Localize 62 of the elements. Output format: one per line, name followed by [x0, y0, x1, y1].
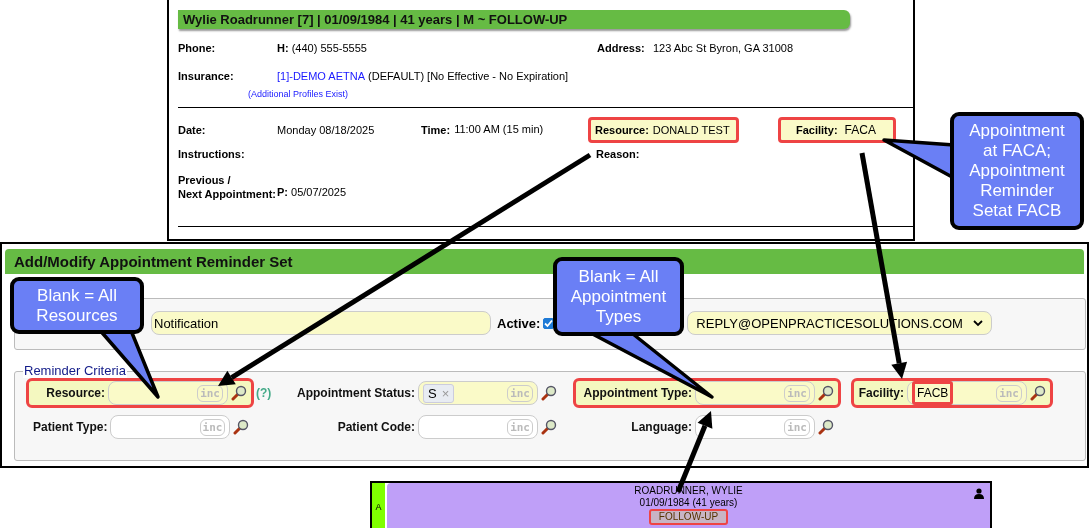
input-field[interactable]: S × inc	[418, 381, 538, 405]
search-icon[interactable]	[541, 385, 557, 401]
input-field[interactable]: inc	[695, 381, 815, 405]
help-link[interactable]: (?)	[256, 386, 272, 400]
status-strip: A	[372, 483, 385, 528]
phone-value: H: (440) 555-5555	[277, 42, 368, 54]
include-toggle[interactable]: inc	[784, 418, 810, 436]
field-label: Resource:	[45, 386, 105, 400]
input-field[interactable]: inc	[418, 415, 538, 439]
birth-date: 01/09/1984 (41 years)	[639, 497, 738, 509]
reason-label: Reason:	[595, 147, 641, 161]
include-toggle[interactable]: inc	[199, 418, 226, 436]
search-icon[interactable]	[541, 419, 557, 435]
tag-chip: S ×	[423, 383, 455, 403]
patient-header: Wylie Roadrunner [7] | 01/09/1984 | 41 years | M ~ FOLLOW-UP	[178, 10, 850, 29]
include-toggle[interactable]: inc	[996, 384, 1022, 402]
insurance-detail: (DEFAULT) [No Effective - No Expiration]	[368, 70, 569, 82]
input-field[interactable]: inc	[108, 381, 228, 405]
address-label: Address:	[597, 41, 646, 55]
field-label: Appointment Status:	[296, 386, 415, 400]
criteria-legend: Reminder Criteria	[23, 363, 127, 378]
include-toggle[interactable]: inc	[507, 384, 533, 402]
field-label: Appointment Type:	[582, 386, 692, 400]
date-label: Date:	[178, 123, 207, 137]
phone-label: Phone:	[178, 41, 217, 55]
facility-label: Facility:	[796, 123, 838, 137]
previous-appointment-value: P: 05/07/2025	[277, 186, 348, 198]
additional-profiles-link[interactable]: (Additional Profiles Exist)	[248, 89, 349, 99]
appointment-type: FOLLOW-UP	[648, 509, 729, 525]
search-icon[interactable]	[818, 419, 834, 435]
remove-tag-button[interactable]: ×	[441, 385, 450, 401]
time-value: 11:00 AM (15 min)	[454, 123, 544, 137]
field-label: Patient Type:	[33, 420, 108, 434]
resource-label: Resource:	[595, 123, 649, 137]
input-field[interactable]: inc	[110, 415, 231, 439]
previous-next-label: Previous / Next Appointment:	[178, 173, 277, 201]
date-value: Monday 08/18/2025	[277, 124, 376, 136]
search-icon[interactable]	[818, 385, 834, 401]
facility-value: FACA	[844, 123, 876, 137]
input-field[interactable]: inc	[695, 415, 815, 439]
person-icon	[974, 488, 984, 499]
insurance-label: Insurance:	[178, 69, 235, 83]
field-label: Language:	[630, 420, 692, 434]
active-label: Active:	[497, 315, 541, 331]
highlighted-value: FACB	[912, 381, 954, 405]
include-toggle[interactable]: inc	[784, 384, 810, 402]
insurance-link[interactable]: [1]-DEMO AETNA	[277, 70, 366, 82]
address-value: 123 Abc St Byron, GA 31008	[653, 42, 795, 54]
chevron-down-icon	[973, 319, 984, 327]
field-label: Facility:	[858, 386, 904, 400]
resource-value: DONALD TEST	[652, 124, 730, 136]
callout: Appointment at FACA; Appointment Reminder Setat FACB	[950, 112, 1084, 230]
input-field[interactable]: FACB inc	[907, 381, 1027, 405]
instructions-label: Instructions:	[178, 147, 246, 161]
search-icon[interactable]	[233, 419, 250, 435]
field-label: Patient Code:	[336, 420, 415, 434]
search-icon[interactable]	[1030, 385, 1046, 401]
search-icon[interactable]	[231, 385, 247, 401]
time-label: Time:	[421, 123, 451, 137]
name-input[interactable]: Notification	[151, 311, 491, 335]
include-toggle[interactable]: inc	[507, 418, 533, 436]
callout: Blank = All Resources	[10, 277, 144, 334]
